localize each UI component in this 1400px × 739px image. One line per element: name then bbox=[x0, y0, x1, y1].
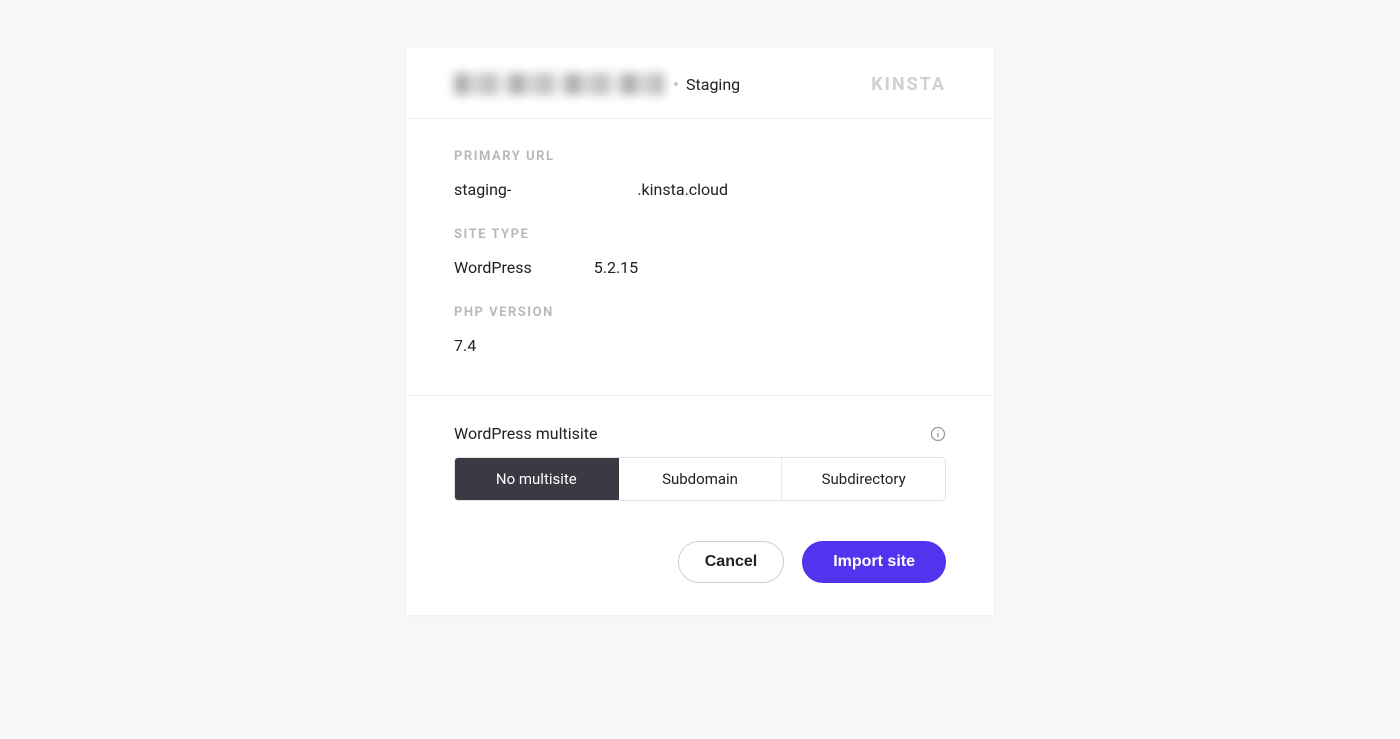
separator-dot bbox=[674, 82, 678, 86]
site-type-label: SITE TYPE bbox=[454, 227, 946, 242]
url-prefix: staging- bbox=[454, 180, 511, 199]
import-site-card: Staging KINSTA PRIMARY URL staging- .kin… bbox=[406, 48, 994, 615]
card-header: Staging KINSTA bbox=[406, 48, 994, 119]
action-buttons: Cancel Import site bbox=[454, 541, 946, 583]
kinsta-logo: KINSTA bbox=[871, 74, 946, 95]
php-version-value: 7.4 bbox=[454, 336, 946, 355]
cancel-button[interactable]: Cancel bbox=[678, 541, 784, 583]
multisite-segmented-control: No multisite Subdomain Subdirectory bbox=[454, 457, 946, 501]
segment-subdomain[interactable]: Subdomain bbox=[619, 458, 783, 500]
site-type-name: WordPress bbox=[454, 258, 532, 277]
php-version-label: PHP VERSION bbox=[454, 305, 946, 320]
multisite-title: WordPress multisite bbox=[454, 424, 597, 443]
multisite-header: WordPress multisite bbox=[454, 424, 946, 443]
url-redacted bbox=[511, 181, 637, 199]
site-name-redacted bbox=[454, 70, 666, 98]
primary-url-value: staging- .kinsta.cloud bbox=[454, 180, 946, 199]
segment-no-multisite[interactable]: No multisite bbox=[455, 458, 619, 500]
info-icon[interactable] bbox=[930, 426, 946, 442]
primary-url-label: PRIMARY URL bbox=[454, 149, 946, 164]
import-site-button[interactable]: Import site bbox=[802, 541, 946, 583]
segment-subdirectory[interactable]: Subdirectory bbox=[782, 458, 945, 500]
environment-label: Staging bbox=[686, 75, 740, 94]
url-suffix: .kinsta.cloud bbox=[637, 180, 728, 199]
multisite-section: WordPress multisite No multisite Subdoma… bbox=[406, 396, 994, 615]
card-body: PRIMARY URL staging- .kinsta.cloud SITE … bbox=[406, 119, 994, 396]
header-left: Staging bbox=[454, 70, 740, 98]
site-type-row: WordPress 5.2.15 bbox=[454, 258, 946, 277]
site-type-version: 5.2.15 bbox=[594, 258, 638, 277]
